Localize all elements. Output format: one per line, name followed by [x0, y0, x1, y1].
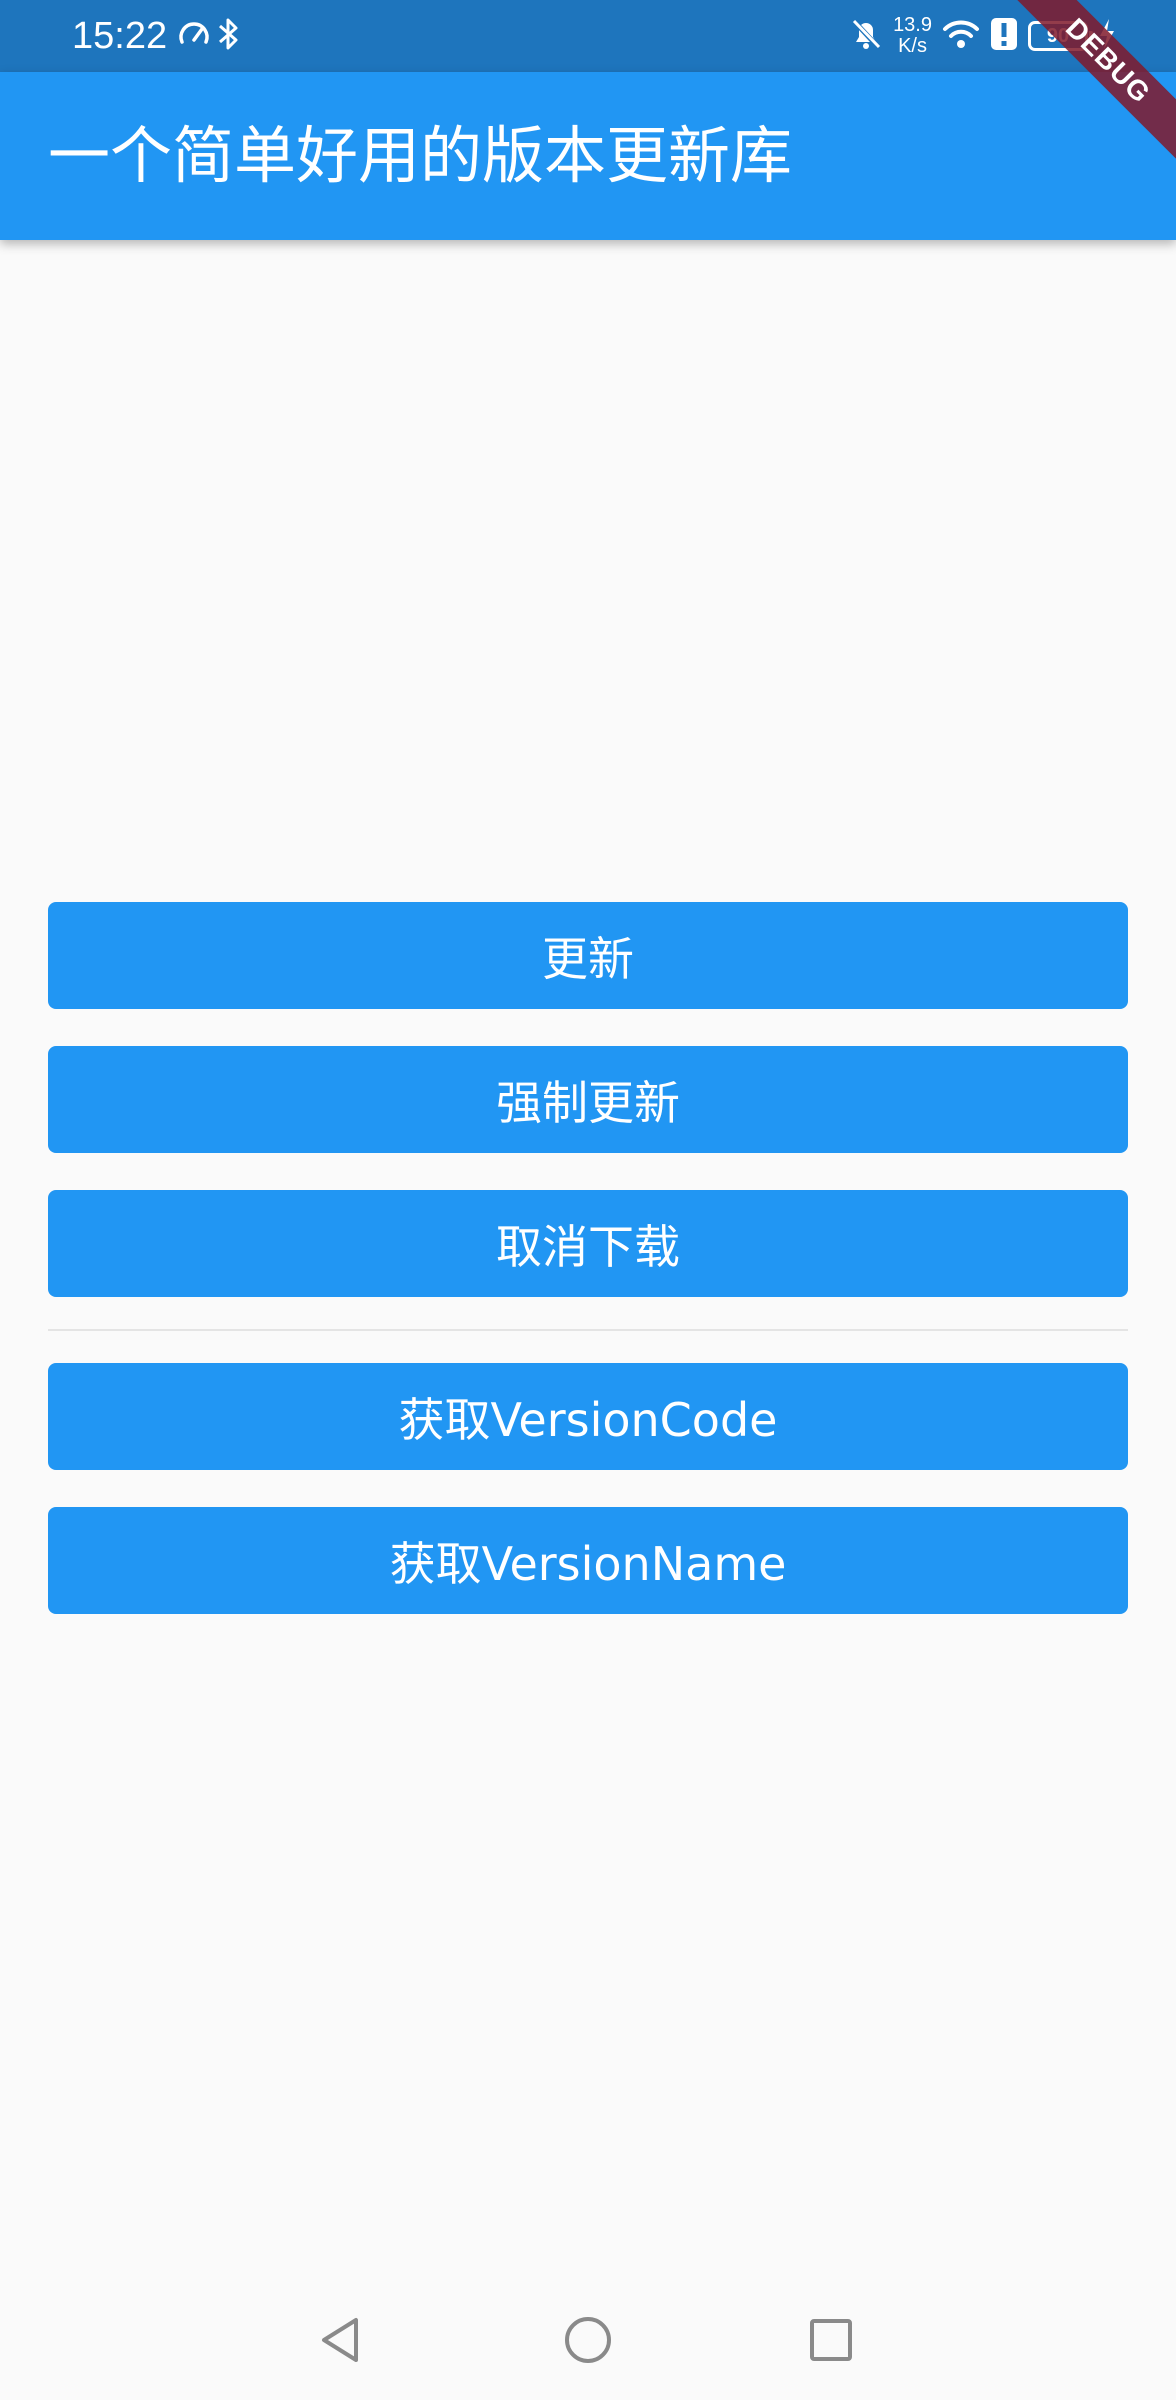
- app-bar: 一个简单好用的版本更新库: [0, 72, 1176, 240]
- home-icon[interactable]: [558, 2310, 618, 2370]
- get-version-code-button[interactable]: 获取VersionCode: [48, 1363, 1128, 1470]
- app-title: 一个简单好用的版本更新库: [48, 119, 793, 192]
- status-time: 15:22: [72, 15, 168, 57]
- divider: [48, 1329, 1128, 1331]
- wifi-icon: [942, 18, 980, 54]
- navigation-bar: [0, 2280, 1176, 2400]
- back-icon[interactable]: [312, 2310, 372, 2370]
- net-speed: 13.9 K/s: [893, 15, 932, 57]
- get-version-name-button[interactable]: 获取VersionName: [48, 1507, 1128, 1614]
- recents-icon[interactable]: [801, 2310, 861, 2370]
- status-left-icons: [176, 17, 242, 55]
- status-bar: 15:22 13.9 K/s: [0, 0, 1176, 72]
- speedometer-icon: [176, 16, 212, 56]
- bluetooth-icon: [216, 16, 242, 56]
- force-update-button[interactable]: 强制更新: [48, 1046, 1128, 1153]
- cancel-download-button[interactable]: 取消下载: [48, 1190, 1128, 1297]
- net-speed-unit: K/s: [898, 35, 927, 57]
- alert-icon: [990, 17, 1018, 55]
- net-speed-value: 13.9: [893, 14, 932, 36]
- button-panel: 更新 强制更新 取消下载 获取VersionCode 获取VersionName: [48, 902, 1128, 1614]
- bell-off-icon: [849, 16, 883, 56]
- update-button[interactable]: 更新: [48, 902, 1128, 1009]
